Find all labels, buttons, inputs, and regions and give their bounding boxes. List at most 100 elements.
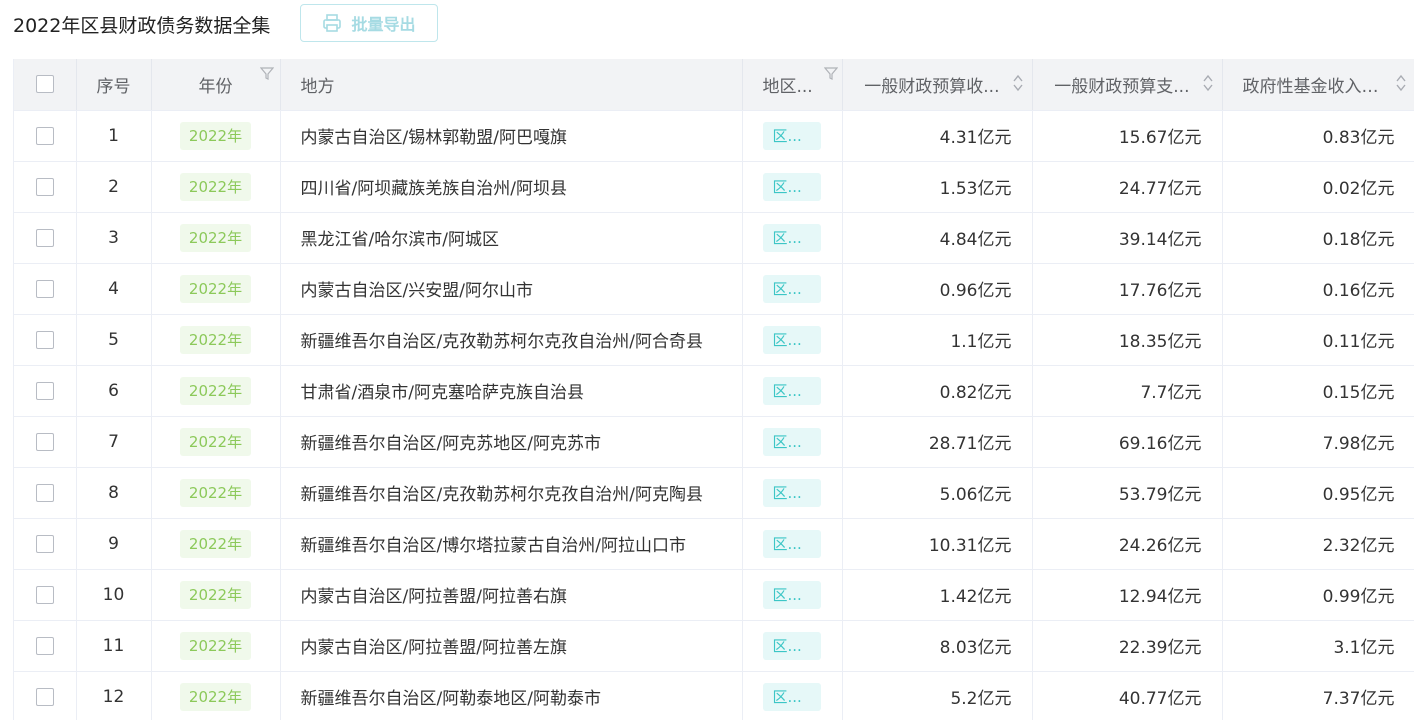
table-row[interactable]: 11 2022年 内蒙古自治区/阿拉善盟/阿拉善左旗 区... 8.03亿元 22.39亿… [14, 620, 1414, 672]
table-row[interactable]: 9 2022年 新疆维吾尔自治区/博尔塔拉蒙古自治州/阿拉山口市 区... 10.31亿… [14, 518, 1414, 570]
row-fund-income: 7.37亿元 [1222, 671, 1414, 720]
row-type-cell: 区... [742, 671, 843, 720]
row-general-income: 0.82亿元 [842, 365, 1033, 417]
column-header-fund-income[interactable]: 政府性基金收入(... [1222, 59, 1414, 111]
row-select-cell [14, 263, 77, 315]
row-type-cell: 区... [742, 161, 843, 213]
column-header-region: 地方 [280, 59, 743, 111]
sort-icon[interactable] [1202, 73, 1214, 93]
filter-icon[interactable] [823, 66, 838, 80]
row-type-cell: 区... [742, 110, 843, 162]
region-type-tag: 区... [762, 376, 821, 405]
sort-icon[interactable] [1012, 73, 1024, 93]
data-table: 序号 年份 地方 地区... 一般财政预算收... 一般财政预算支... 政府性… [13, 59, 1414, 720]
row-general-expense: 24.77亿元 [1032, 161, 1223, 213]
row-type-cell: 区... [742, 620, 843, 672]
row-checkbox[interactable] [35, 279, 54, 298]
row-checkbox[interactable] [35, 687, 54, 706]
row-checkbox[interactable] [35, 381, 54, 400]
row-checkbox[interactable] [35, 228, 54, 247]
row-year-cell: 2022年 [151, 212, 281, 264]
row-region: 新疆维吾尔自治区/阿克苏地区/阿克苏市 [280, 416, 743, 468]
row-general-expense: 24.26亿元 [1032, 518, 1223, 570]
table-row[interactable]: 1 2022年 内蒙古自治区/锡林郭勒盟/阿巴嘎旗 区... 4.31亿元 15.67亿元… [14, 110, 1414, 162]
batch-export-label: 批量导出 [351, 15, 416, 34]
region-type-tag: 区... [762, 580, 821, 609]
row-region: 内蒙古自治区/兴安盟/阿尔山市 [280, 263, 743, 315]
row-select-cell [14, 212, 77, 264]
year-tag: 2022年 [179, 172, 252, 201]
row-general-income: 4.84亿元 [842, 212, 1033, 264]
table-row[interactable]: 5 2022年 新疆维吾尔自治区/克孜勒苏柯尔克孜自治州/阿合奇县 区... 1.1亿元… [14, 314, 1414, 366]
row-select-cell [14, 416, 77, 468]
sort-icon[interactable] [1395, 73, 1407, 93]
region-type-tag: 区... [762, 682, 821, 711]
row-region: 四川省/阿坝藏族羌族自治州/阿坝县 [280, 161, 743, 213]
row-general-expense: 39.14亿元 [1032, 212, 1223, 264]
table-body: 1 2022年 内蒙古自治区/锡林郭勒盟/阿巴嘎旗 区... 4.31亿元 15.67亿元… [14, 110, 1414, 720]
row-checkbox[interactable] [35, 126, 54, 145]
row-checkbox[interactable] [35, 534, 54, 553]
row-year-cell: 2022年 [151, 161, 281, 213]
table-row[interactable]: 7 2022年 新疆维吾尔自治区/阿克苏地区/阿克苏市 区... 28.71亿元 69.1… [14, 416, 1414, 468]
row-checkbox[interactable] [35, 585, 54, 604]
row-type-cell: 区... [742, 467, 843, 519]
row-select-cell [14, 314, 77, 366]
table-row[interactable]: 3 2022年 黑龙江省/哈尔滨市/阿城区 区... 4.84亿元 39.14亿元 0.18… [14, 212, 1414, 264]
row-general-income: 5.2亿元 [842, 671, 1033, 720]
row-region: 内蒙古自治区/阿拉善盟/阿拉善右旗 [280, 569, 743, 621]
row-year-cell: 2022年 [151, 569, 281, 621]
column-header-general-income[interactable]: 一般财政预算收... [842, 59, 1033, 111]
row-checkbox[interactable] [35, 177, 54, 196]
row-index: 10 [76, 569, 152, 621]
year-tag: 2022年 [179, 274, 252, 303]
column-header-type[interactable]: 地区... [742, 59, 843, 111]
row-checkbox[interactable] [35, 483, 54, 502]
row-general-income: 4.31亿元 [842, 110, 1033, 162]
row-general-income: 0.96亿元 [842, 263, 1033, 315]
column-header-year[interactable]: 年份 [151, 59, 281, 111]
row-region: 黑龙江省/哈尔滨市/阿城区 [280, 212, 743, 264]
row-checkbox[interactable] [35, 330, 54, 349]
row-fund-income: 7.98亿元 [1222, 416, 1414, 468]
row-checkbox[interactable] [35, 432, 54, 451]
table-row[interactable]: 8 2022年 新疆维吾尔自治区/克孜勒苏柯尔克孜自治州/阿克陶县 区... 5.06亿… [14, 467, 1414, 519]
year-tag: 2022年 [179, 631, 252, 660]
row-general-expense: 40.77亿元 [1032, 671, 1223, 720]
filter-icon[interactable] [259, 66, 274, 80]
row-index: 11 [76, 620, 152, 672]
year-tag: 2022年 [179, 682, 252, 711]
column-header-general-expense[interactable]: 一般财政预算支... [1032, 59, 1223, 111]
batch-export-button[interactable]: 批量导出 [300, 4, 438, 42]
row-general-expense: 69.16亿元 [1032, 416, 1223, 468]
row-index: 1 [76, 110, 152, 162]
row-select-cell [14, 161, 77, 213]
select-all-checkbox[interactable] [35, 75, 54, 94]
toolbar: 2022年区县财政债务数据全集 批量导出 [0, 0, 1414, 50]
row-select-cell [14, 518, 77, 570]
row-region: 甘肃省/酒泉市/阿克塞哈萨克族自治县 [280, 365, 743, 417]
row-checkbox[interactable] [35, 636, 54, 655]
region-type-tag: 区... [762, 631, 821, 660]
row-select-cell [14, 467, 77, 519]
row-general-income: 28.71亿元 [842, 416, 1033, 468]
row-type-cell: 区... [742, 365, 843, 417]
row-fund-income: 0.15亿元 [1222, 365, 1414, 417]
table-row[interactable]: 4 2022年 内蒙古自治区/兴安盟/阿尔山市 区... 0.96亿元 17.76亿元 0.… [14, 263, 1414, 315]
row-general-income: 1.1亿元 [842, 314, 1033, 366]
row-general-income: 1.42亿元 [842, 569, 1033, 621]
row-year-cell: 2022年 [151, 671, 281, 720]
table-row[interactable]: 6 2022年 甘肃省/酒泉市/阿克塞哈萨克族自治县 区... 0.82亿元 7.7亿元 0… [14, 365, 1414, 417]
table-row[interactable]: 10 2022年 内蒙古自治区/阿拉善盟/阿拉善右旗 区... 1.42亿元 12.94亿… [14, 569, 1414, 621]
year-tag: 2022年 [179, 376, 252, 405]
row-index: 3 [76, 212, 152, 264]
row-index: 7 [76, 416, 152, 468]
table-row[interactable]: 2 2022年 四川省/阿坝藏族羌族自治州/阿坝县 区... 1.53亿元 24.77亿元… [14, 161, 1414, 213]
year-tag: 2022年 [179, 121, 252, 150]
table-row[interactable]: 12 2022年 新疆维吾尔自治区/阿勒泰地区/阿勒泰市 区... 5.2亿元 40.77… [14, 671, 1414, 720]
region-type-tag: 区... [762, 529, 821, 558]
row-index: 5 [76, 314, 152, 366]
year-tag: 2022年 [179, 325, 252, 354]
row-general-expense: 53.79亿元 [1032, 467, 1223, 519]
row-fund-income: 0.95亿元 [1222, 467, 1414, 519]
